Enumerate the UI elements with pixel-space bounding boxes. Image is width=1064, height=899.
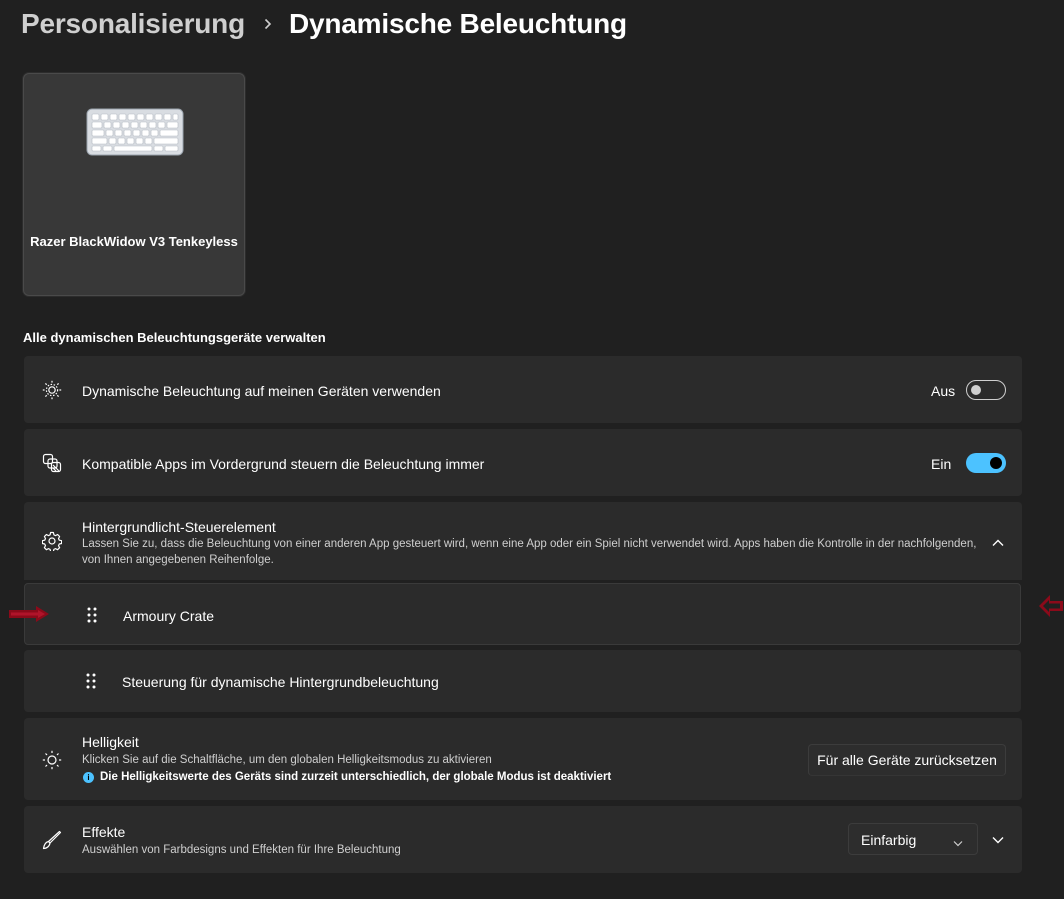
page-title: Dynamische Beleuchtung <box>289 8 627 39</box>
toggle-state-label: Ein <box>931 456 952 472</box>
effects-select-value: Einfarbig <box>861 832 917 848</box>
setting-description: Lassen Sie zu, dass die Beleuchtung von … <box>82 538 977 566</box>
setting-description: Klicken Sie auf die Schaltfläche, um den… <box>82 754 492 766</box>
apps-icon <box>41 452 63 474</box>
chevron-down-icon <box>953 834 963 850</box>
device-card[interactable]: Razer BlackWidow V3 Tenkeyless <box>23 73 245 296</box>
effects-select[interactable]: Einfarbig <box>848 823 978 855</box>
chevron-down-icon[interactable] <box>990 832 1006 848</box>
use-lighting-toggle[interactable] <box>966 380 1006 400</box>
toggle-state-label: Aus <box>931 383 956 399</box>
setting-background-control[interactable]: Hintergrundlicht-Steuerelement Lassen Si… <box>24 502 1022 580</box>
sun-icon <box>41 749 63 771</box>
reset-all-devices-button[interactable]: Für alle Geräte zurücksetzen <box>808 744 1006 776</box>
setting-title: Kompatible Apps im Vordergrund steuern d… <box>82 456 485 472</box>
toggle-knob <box>971 385 981 395</box>
keyboard-icon <box>86 108 184 161</box>
setting-title: Hintergrundlicht-Steuerelement <box>82 519 276 535</box>
setting-brightness: Helligkeit Klicken Sie auf die Schaltflä… <box>24 718 1022 800</box>
setting-title: Effekte <box>82 824 126 840</box>
section-heading: Alle dynamischen Beleuchtungsgeräte verw… <box>23 330 326 345</box>
chevron-up-icon[interactable] <box>990 535 1006 551</box>
setting-effects[interactable]: Effekte Auswählen von Farbdesigns und Ef… <box>24 806 1022 873</box>
info-text: Die Helligkeitswerte des Geräts sind zur… <box>100 771 612 783</box>
setting-title: Helligkeit <box>82 734 139 750</box>
drag-handle-icon[interactable] <box>86 606 98 629</box>
gear-icon <box>41 530 63 552</box>
dynamic-lighting-icon <box>41 379 63 401</box>
setting-foreground-apps: Kompatible Apps im Vordergrund steuern d… <box>24 429 1022 496</box>
toggle-knob <box>990 457 1002 469</box>
list-item[interactable]: Steuerung für dynamische Hintergrundbele… <box>24 650 1021 712</box>
setting-description: Auswählen von Farbdesigns und Effekten f… <box>82 844 401 856</box>
setting-title: Dynamische Beleuchtung auf meinen Geräte… <box>82 383 441 399</box>
list-item-label: Armoury Crate <box>123 608 215 624</box>
breadcrumb-parent-link[interactable]: Personalisierung <box>21 8 245 40</box>
chevron-right-icon <box>263 18 273 30</box>
annotation-arrow-left-icon <box>1038 594 1064 623</box>
annotation-arrow-right-icon <box>8 605 50 628</box>
setting-use-dynamic-lighting: Dynamische Beleuchtung auf meinen Geräte… <box>24 356 1022 423</box>
list-item[interactable]: Armoury Crate <box>24 583 1021 645</box>
list-item-label: Steuerung für dynamische Hintergrundbele… <box>122 674 439 690</box>
foreground-apps-toggle[interactable] <box>966 453 1006 473</box>
info-icon: i <box>83 771 94 783</box>
breadcrumb: Personalisierung Dynamische Beleuchtung <box>21 6 627 42</box>
drag-handle-icon[interactable] <box>85 672 97 695</box>
info-line: i Die Helligkeitswerte des Geräts sind z… <box>82 771 611 783</box>
brush-icon <box>41 829 63 851</box>
device-name: Razer BlackWidow V3 Tenkeyless <box>30 234 238 249</box>
